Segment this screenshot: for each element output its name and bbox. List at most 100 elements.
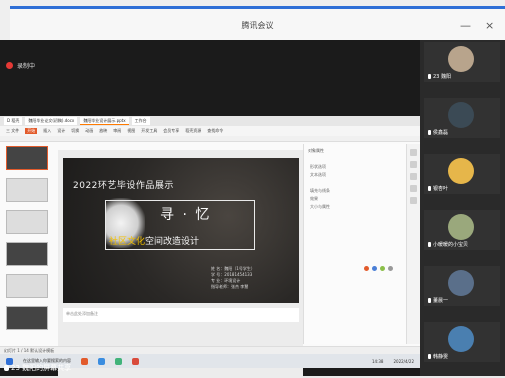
meeting-window: 腾讯会议 — × 录制中 D 稻壳 魏阳毕业论文(初稿).docx 魏阳毕业设计… bbox=[0, 0, 505, 378]
ribbon-item[interactable]: 查找命令 bbox=[207, 128, 223, 134]
pane-tool-icons bbox=[364, 266, 393, 271]
pane-option[interactable]: 效果 bbox=[310, 196, 318, 202]
slide-editor: 2022环艺毕设作品展示 寻 · 忆 社区文化空间改造设计 姓 名：魏阳（1号学… bbox=[58, 150, 303, 378]
participant-name-text: 侯鑫磊 bbox=[433, 130, 449, 136]
slide-thumbnail[interactable] bbox=[6, 242, 48, 266]
shared-screen: D 稻壳 魏阳毕业论文(初稿).docx 魏阳毕业设计展示.pptx 工作台 三… bbox=[0, 116, 420, 378]
participant-tile[interactable]: 董晨一 bbox=[424, 266, 500, 306]
brush-icon[interactable] bbox=[372, 266, 377, 271]
participant-name-text: 韩静雯 bbox=[433, 354, 449, 360]
current-slide[interactable]: 2022环艺毕设作品展示 寻 · 忆 社区文化空间改造设计 姓 名：魏阳（1号学… bbox=[63, 158, 299, 303]
ribbon-item[interactable]: 稻壳资源 bbox=[185, 128, 201, 134]
select-icon[interactable] bbox=[410, 149, 417, 156]
slide-title: 寻 · 忆 bbox=[160, 207, 212, 223]
pane-option[interactable]: 形状选项 bbox=[310, 164, 326, 170]
wechat-icon[interactable] bbox=[115, 357, 122, 365]
subtitle-accent: 社区文化 bbox=[109, 237, 146, 247]
avatar bbox=[448, 158, 474, 184]
microphone-icon bbox=[428, 354, 431, 359]
info-line: 指导老师：张杰 李慧 bbox=[211, 284, 249, 289]
ribbon-item[interactable]: 插入 bbox=[43, 128, 51, 134]
avatar bbox=[448, 326, 474, 352]
ribbon-toolbar bbox=[0, 136, 420, 142]
close-button[interactable]: × bbox=[485, 19, 494, 32]
microphone-icon bbox=[428, 186, 431, 191]
ribbon-item[interactable]: 开始 bbox=[25, 128, 38, 134]
animation-icon[interactable] bbox=[410, 173, 417, 180]
minimize-button[interactable]: — bbox=[460, 19, 471, 32]
ribbon-menu: 三 文件 开始 插入 设计 切换 动画 放映 审阅 视图 开发工具 会员专享 稻… bbox=[0, 126, 420, 136]
slide-thumbnail[interactable] bbox=[6, 146, 48, 170]
participant-name-text: 银杏叶 bbox=[433, 186, 449, 192]
ribbon-item[interactable]: 三 文件 bbox=[6, 128, 19, 134]
participant-tile[interactable]: 小暖暖的小宝贝 bbox=[424, 210, 500, 250]
avatar bbox=[448, 214, 474, 240]
pane-option[interactable]: 大小与属性 bbox=[310, 204, 330, 210]
ribbon-item[interactable]: 会员专享 bbox=[163, 128, 179, 134]
share-label: 23 魏阳的屏幕共享 bbox=[4, 363, 71, 373]
ribbon-item[interactable]: 设计 bbox=[57, 128, 65, 134]
slide-thumbnails bbox=[6, 146, 54, 346]
pane-option[interactable]: 文本选项 bbox=[310, 172, 326, 178]
microphone-icon bbox=[4, 365, 9, 371]
ribbon-item[interactable]: 视图 bbox=[127, 128, 135, 134]
participant-tile[interactable]: 侯鑫磊 bbox=[424, 98, 500, 138]
subtitle-rest: 空间改造设计 bbox=[145, 237, 200, 247]
recording-label: 录制中 bbox=[17, 62, 36, 70]
pane-option[interactable]: 填充与线条 bbox=[310, 188, 330, 194]
avatar bbox=[448, 102, 474, 128]
participant-name: 银杏叶 bbox=[428, 185, 448, 192]
microphone-icon bbox=[428, 74, 431, 79]
slide-thumbnail[interactable] bbox=[6, 178, 48, 202]
style-icon[interactable] bbox=[410, 161, 417, 168]
document-tab-bar: D 稻壳 魏阳毕业论文(初稿).docx 魏阳毕业设计展示.pptx 工作台 bbox=[0, 116, 420, 126]
window-title: 腾讯会议 bbox=[241, 21, 274, 30]
wps-icon[interactable] bbox=[81, 357, 88, 365]
clock-date: 2022/4/22 bbox=[393, 358, 414, 364]
properties-pane: 对象属性 形状选项 文本选项 填充与线条 效果 大小与属性 bbox=[303, 144, 413, 344]
record-dot-icon bbox=[6, 61, 13, 69]
participant-tile[interactable]: 23 魏阳 bbox=[424, 42, 500, 82]
app-icon[interactable] bbox=[132, 357, 139, 365]
format-icon[interactable] bbox=[410, 185, 417, 192]
shape-icon[interactable] bbox=[364, 266, 369, 271]
student-info: 姓 名：魏阳（1号学生） 学 号：20181454133 专 业：环境设计 指导… bbox=[211, 266, 255, 290]
doc-tab-3[interactable]: 魏阳毕业设计展示.pptx bbox=[80, 117, 129, 125]
microphone-icon bbox=[428, 130, 431, 135]
ribbon-item[interactable]: 动画 bbox=[85, 128, 93, 134]
participant-name: 韩静雯 bbox=[428, 353, 448, 360]
doc-tab-2[interactable]: 魏阳毕业论文(初稿).docx bbox=[25, 117, 78, 125]
title-bar: 腾讯会议 — × bbox=[10, 6, 505, 40]
slide-thumbnail[interactable] bbox=[6, 306, 48, 330]
doc-tab-4[interactable]: 工作台 bbox=[131, 117, 150, 125]
ribbon-item[interactable]: 审阅 bbox=[113, 128, 121, 134]
side-toolbar bbox=[406, 144, 420, 344]
pane-title: 对象属性 bbox=[308, 148, 324, 153]
participant-name-text: 董晨一 bbox=[433, 298, 449, 304]
avatar bbox=[448, 270, 474, 296]
participant-name: 董晨一 bbox=[428, 297, 448, 304]
screen-share-area: 录制中 D 稻壳 魏阳毕业论文(初稿).docx 魏阳毕业设计展示.pptx 工… bbox=[0, 40, 420, 378]
share-label-text: 23 魏阳的屏幕共享 bbox=[11, 364, 72, 372]
participant-name: 23 魏阳 bbox=[428, 73, 451, 80]
layout-icon[interactable] bbox=[410, 197, 417, 204]
ribbon-item[interactable]: 切换 bbox=[71, 128, 79, 134]
doc-tab-1[interactable]: D 稻壳 bbox=[4, 117, 23, 125]
browser-icon[interactable] bbox=[98, 357, 105, 365]
more-icon[interactable] bbox=[388, 266, 393, 271]
image-icon[interactable] bbox=[380, 266, 385, 271]
participant-tile[interactable]: 韩静雯 bbox=[424, 322, 500, 362]
slide-thumbnail[interactable] bbox=[6, 274, 48, 298]
clock-time: 14:38 bbox=[371, 358, 384, 364]
participant-name-text: 小暖暖的小宝贝 bbox=[433, 242, 469, 248]
notes-input[interactable]: 单击此处添加备注 bbox=[63, 308, 299, 322]
ribbon-item[interactable]: 放映 bbox=[99, 128, 107, 134]
participant-list: 23 魏阳 侯鑫磊 银杏叶 小暖暖的小宝贝 董晨一 韩静雯 bbox=[420, 40, 505, 376]
ribbon-item[interactable]: 开发工具 bbox=[141, 128, 157, 134]
slide-thumbnail[interactable] bbox=[6, 210, 48, 234]
participant-name-text: 23 魏阳 bbox=[433, 74, 451, 80]
slide-subtitle: 社区文化空间改造设计 bbox=[109, 234, 199, 247]
recording-indicator[interactable]: 录制中 bbox=[6, 58, 35, 72]
participant-tile[interactable]: 银杏叶 bbox=[424, 154, 500, 194]
microphone-icon bbox=[428, 298, 431, 303]
